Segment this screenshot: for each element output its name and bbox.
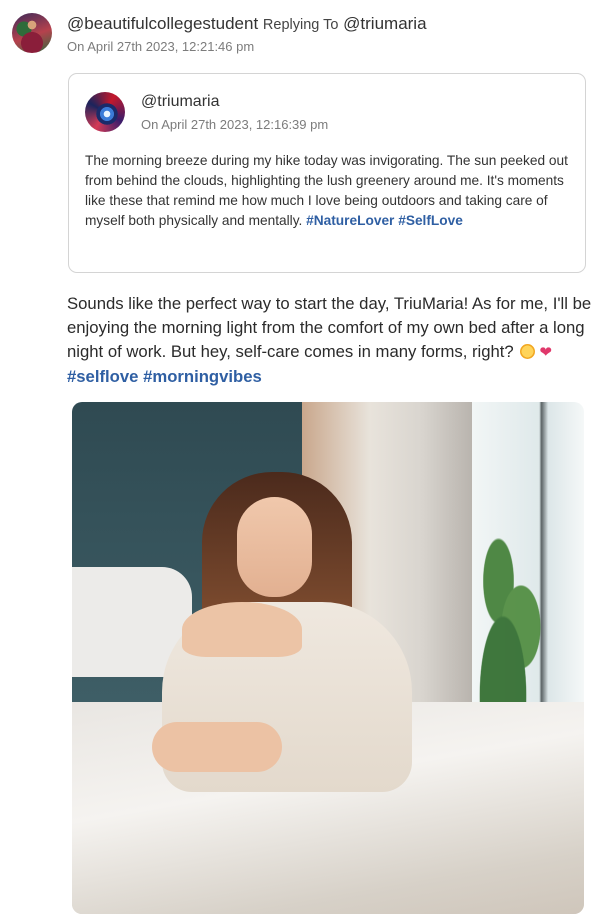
heart-emoji-icon: ❤ [539, 344, 552, 361]
author-username[interactable]: @beautifulcollegestudent [67, 14, 258, 33]
quoted-timestamp: On April 27th 2023, 12:16:39 pm [141, 117, 329, 132]
post-image[interactable] [72, 402, 584, 914]
sun-emoji-icon [520, 344, 536, 359]
reply-body: Sounds like the perfect way to start the… [67, 294, 592, 361]
author-avatar[interactable] [12, 13, 52, 53]
replying-to-username[interactable]: @triumaria [343, 14, 426, 33]
quoted-post-text: The morning breeze during my hike today … [85, 151, 569, 231]
reply-timestamp: On April 27th 2023, 12:21:46 pm [67, 39, 255, 54]
quoted-author-avatar[interactable] [85, 92, 125, 132]
image-shoulder [182, 602, 302, 657]
hashtag-link[interactable]: #selflove [67, 367, 138, 386]
replying-to-label: Replying To [262, 17, 339, 33]
hashtag-link[interactable]: #NatureLover [306, 213, 394, 228]
quoted-author-username[interactable]: @triumaria [141, 93, 219, 111]
reply-header: @beautifulcollegestudent Replying To @tr… [67, 14, 427, 34]
reply-text: Sounds like the perfect way to start the… [67, 292, 592, 389]
hashtag-link[interactable]: #SelfLove [398, 213, 463, 228]
hashtag-link[interactable]: #morningvibes [143, 367, 262, 386]
image-face [237, 497, 312, 597]
quoted-post-card[interactable]: @triumaria On April 27th 2023, 12:16:39 … [68, 73, 586, 273]
image-arm [152, 722, 282, 772]
